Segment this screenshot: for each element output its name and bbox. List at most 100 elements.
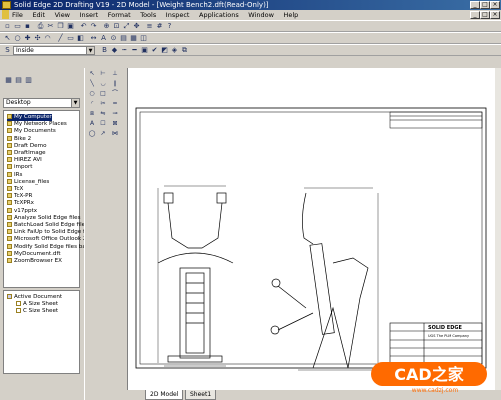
trim-tool-icon[interactable]: ✂	[99, 100, 107, 108]
text-icon[interactable]: A	[99, 34, 108, 42]
library-item[interactable]: TcXPRx	[7, 200, 34, 207]
balloon-tool-icon[interactable]: ◯	[88, 130, 96, 138]
vertical-scrollbar[interactable]	[495, 68, 501, 390]
sheet-item-a[interactable]: A Size Sheet	[16, 301, 58, 308]
style-combo[interactable]: Inside ▼	[13, 46, 95, 55]
lock-icon[interactable]: ⊠	[111, 120, 119, 128]
location-combo[interactable]: Desktop ▼	[3, 98, 80, 108]
dimension-icon[interactable]: ↔	[89, 34, 98, 42]
tab-2d-model[interactable]: 2D Model	[145, 390, 184, 400]
app-icon[interactable]	[2, 1, 11, 9]
library-item[interactable]: v17pptx	[7, 207, 37, 215]
point-icon[interactable]: ✚	[23, 34, 32, 42]
line-icon[interactable]: ╱	[56, 34, 65, 42]
save-icon[interactable]: ▪	[23, 22, 32, 30]
highlight-icon[interactable]: ◩	[160, 46, 169, 54]
library-item[interactable]: TcX	[7, 186, 23, 193]
menu-format[interactable]: Format	[108, 10, 131, 20]
circle-tool-icon[interactable]: ○	[88, 90, 96, 98]
menu-file[interactable]: File	[12, 10, 23, 20]
new-icon[interactable]: ▫	[3, 22, 12, 30]
library-item[interactable]: Modify Solid Edge files based	[7, 243, 96, 251]
menu-applications[interactable]: Applications	[199, 10, 239, 20]
text-tool-icon[interactable]: A	[88, 120, 96, 128]
redo-icon[interactable]: ↷	[89, 22, 98, 30]
help-icon[interactable]: ?	[165, 22, 174, 30]
menu-edit[interactable]: Edit	[32, 10, 45, 20]
parallel-icon[interactable]: ∥	[111, 80, 119, 88]
menu-inspect[interactable]: Inspect	[166, 10, 190, 20]
select-icon[interactable]: ↖	[3, 34, 12, 42]
rectangle-icon[interactable]: ▭	[66, 34, 75, 42]
paste-icon[interactable]: ▣	[66, 22, 75, 30]
sheet-item-c[interactable]: C Size Sheet	[16, 308, 58, 315]
arc-tool-icon[interactable]: ◡	[99, 80, 107, 88]
minimize-button[interactable]: _	[470, 1, 480, 9]
offset-tool-icon[interactable]: ⧈	[88, 110, 96, 118]
layer-icon[interactable]: ◈	[170, 46, 179, 54]
open-icon[interactable]: ▭	[13, 22, 22, 30]
library-item[interactable]: My Network Places	[7, 121, 67, 128]
copy-icon[interactable]: ❐	[56, 22, 65, 30]
tab-sheet1[interactable]: Sheet1	[185, 390, 217, 400]
line-style-icon[interactable]: ┅	[120, 46, 129, 54]
library-item[interactable]: License_files	[7, 178, 49, 186]
sheets-root[interactable]: Active Document	[7, 294, 62, 301]
link-icon[interactable]: ⧉	[180, 46, 189, 54]
layer-tab-icon[interactable]: ▤	[14, 76, 23, 84]
menu-help[interactable]: Help	[283, 10, 298, 20]
maximize-button[interactable]: □	[480, 1, 490, 9]
circle-icon[interactable]: ○	[13, 34, 22, 42]
doc-restore-button[interactable]: □	[480, 11, 490, 19]
rect-tool-icon[interactable]: □	[99, 90, 107, 98]
zoom-area-icon[interactable]: ⊡	[112, 22, 121, 30]
layers-icon[interactable]: ≡	[145, 22, 154, 30]
drawing-canvas[interactable]: SOLID EDGE UGS The PLM Company	[127, 68, 501, 390]
view-icon[interactable]: ◫	[139, 34, 148, 42]
library-item[interactable]: IRs	[7, 171, 22, 179]
library-item[interactable]: HIREZ AVI	[7, 157, 42, 164]
style-icon[interactable]: S	[3, 46, 12, 54]
menu-view[interactable]: View	[55, 10, 70, 20]
library-item[interactable]: Bike 2	[7, 135, 31, 143]
menu-insert[interactable]: Insert	[80, 10, 99, 20]
cut-icon[interactable]: ✂	[46, 22, 55, 30]
select-tool-icon[interactable]: ↖	[88, 70, 96, 78]
move-icon[interactable]: ✣	[33, 34, 42, 42]
fit-icon[interactable]: ⤢	[122, 22, 131, 30]
library-item[interactable]: MyDocument.dft	[7, 250, 61, 258]
undo-icon[interactable]: ↶	[79, 22, 88, 30]
library-item[interactable]: import	[7, 164, 32, 171]
library-item[interactable]: Analyze Solid Edge files	[7, 214, 81, 222]
dim-tool-icon[interactable]: ⊢	[99, 70, 107, 78]
callout-tool-icon[interactable]: ☐	[99, 120, 107, 128]
table-icon[interactable]: ▦	[129, 34, 138, 42]
fillet-tool-icon[interactable]: ◜	[88, 100, 96, 108]
mirror-tool-icon[interactable]: ⇋	[99, 110, 107, 118]
fill-icon[interactable]: ◧	[76, 34, 85, 42]
library-item[interactable]: My Computer	[7, 114, 52, 121]
pan-icon[interactable]: ✥	[132, 22, 141, 30]
library-icon[interactable]: ▦	[4, 76, 13, 84]
horizontal-icon[interactable]: ⊸	[111, 110, 119, 118]
symbol-icon[interactable]: ⊙	[109, 34, 118, 42]
library-item[interactable]: ZoomBrowser EX	[7, 258, 62, 265]
leader-tool-icon[interactable]: ↗	[99, 130, 107, 138]
arc-icon[interactable]: ◠	[43, 34, 52, 42]
connect-icon[interactable]: ⋈	[111, 130, 119, 138]
library-item[interactable]: DraftImage	[7, 150, 46, 157]
library-item[interactable]: TcX-PR	[7, 193, 32, 200]
equal-icon[interactable]: =	[111, 100, 119, 108]
chevron-down-icon[interactable]: ▼	[71, 99, 79, 107]
doc-close-button[interactable]: ×	[490, 11, 500, 19]
hatch-icon[interactable]: ▤	[119, 34, 128, 42]
chevron-down-icon[interactable]: ▼	[86, 47, 94, 54]
line-width-icon[interactable]: ━	[130, 46, 139, 54]
print-icon[interactable]: ⎙	[36, 22, 45, 30]
close-button[interactable]: ×	[490, 1, 500, 9]
menu-window[interactable]: Window	[248, 10, 274, 20]
tangent-icon[interactable]: ⌒	[111, 90, 119, 98]
properties-tab-icon[interactable]: ▥	[24, 76, 33, 84]
library-item[interactable]: My Documents	[7, 128, 56, 135]
doc-minimize-button[interactable]: _	[470, 11, 480, 19]
